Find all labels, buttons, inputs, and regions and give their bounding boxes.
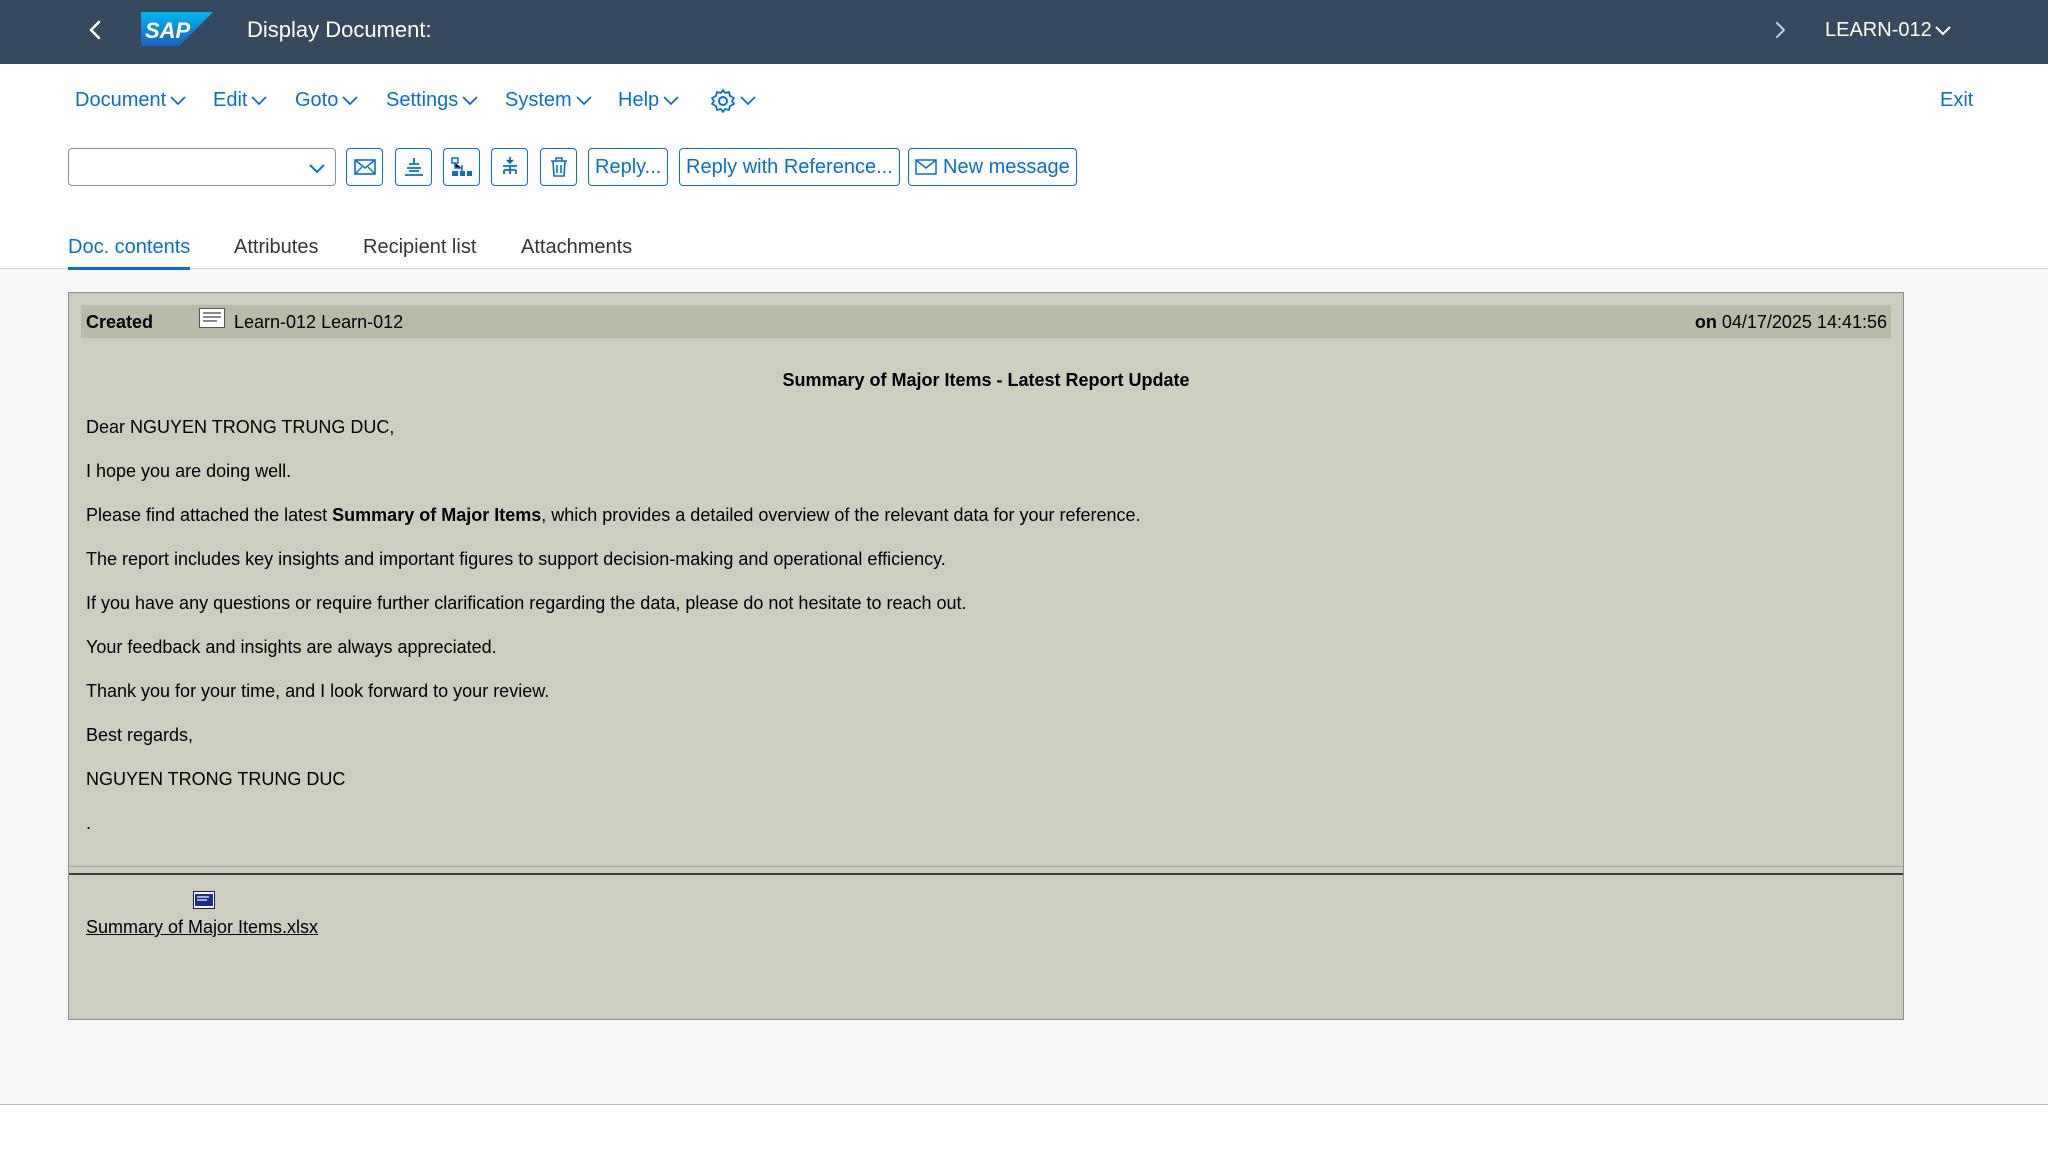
action-combobox[interactable] bbox=[68, 148, 336, 186]
hierarchy-icon bbox=[450, 157, 472, 176]
reply-ref-label: Reply with Reference... bbox=[686, 156, 893, 178]
body-line-2: Please find attached the latest Summary … bbox=[86, 505, 1141, 526]
shell-header: SAP Display Document: LEARN-012 bbox=[0, 0, 2048, 64]
menu-label: Goto bbox=[295, 89, 339, 111]
chevron-down-icon bbox=[576, 96, 592, 105]
menu-label: Edit bbox=[213, 89, 248, 111]
divider bbox=[69, 873, 1903, 875]
menu-help[interactable]: Help bbox=[618, 86, 679, 114]
menu-document[interactable]: Document bbox=[75, 86, 186, 114]
document-icon bbox=[199, 308, 225, 328]
new-message-button[interactable]: New message bbox=[908, 148, 1077, 186]
closing: Best regards, bbox=[86, 725, 194, 745]
document-subject: Summary of Major Items - Latest Report U… bbox=[782, 370, 1190, 390]
delete-button[interactable] bbox=[540, 148, 577, 186]
tab-doc-contents[interactable]: Doc. contents bbox=[68, 234, 191, 270]
body-line-4: If you have any questions or require fur… bbox=[86, 593, 967, 613]
menu-goto[interactable]: Goto bbox=[295, 86, 358, 114]
chevron-down-icon bbox=[663, 96, 679, 105]
tree-icon bbox=[502, 157, 517, 174]
created-label: Created bbox=[86, 312, 154, 332]
signature: NGUYEN TRONG TRUNG DUC bbox=[86, 769, 346, 789]
menu-label: Settings bbox=[386, 89, 459, 111]
structure-button[interactable] bbox=[491, 148, 528, 186]
toolbar: Reply... Reply with Reference... New mes… bbox=[0, 134, 2048, 222]
send-mail-button[interactable] bbox=[346, 148, 383, 186]
footer-area bbox=[0, 1105, 2048, 1162]
forward-icon[interactable] bbox=[1768, 16, 1792, 44]
body-text: Please find attached the latest bbox=[86, 505, 333, 525]
body-line-3: The report includes key insights and imp… bbox=[86, 549, 946, 569]
gear-icon bbox=[711, 88, 735, 113]
menu-system[interactable]: System bbox=[505, 86, 592, 114]
tab-attributes[interactable]: Attributes bbox=[234, 234, 318, 260]
new-message-label: New message bbox=[943, 156, 1070, 178]
reply-button[interactable]: Reply... bbox=[588, 148, 669, 186]
hierarchy-button[interactable] bbox=[443, 148, 480, 186]
divider bbox=[69, 866, 1903, 867]
align-icon bbox=[404, 158, 423, 176]
trailing-dot: . bbox=[86, 813, 92, 833]
menu-label: Help bbox=[618, 89, 660, 111]
menu-label: Document bbox=[75, 89, 167, 111]
chevron-down-icon bbox=[1935, 26, 1951, 36]
exit-button[interactable]: Exit bbox=[1940, 86, 1973, 114]
tab-attachments[interactable]: Attachments bbox=[521, 234, 632, 260]
body-line-6: Thank you for your time, and I look forw… bbox=[86, 681, 550, 701]
chevron-down-icon bbox=[309, 164, 325, 174]
menu-label: System bbox=[505, 89, 572, 111]
body-text: , which provides a detailed overview of … bbox=[541, 505, 1141, 525]
trash-icon bbox=[550, 157, 567, 177]
document-panel: Created Learn-012 Learn-012 on 04/17/202… bbox=[68, 292, 1904, 1020]
system-selector[interactable]: LEARN-012 bbox=[1825, 16, 1952, 44]
sap-logo[interactable]: SAP bbox=[141, 12, 213, 46]
attachment-link[interactable]: Summary of Major Items.xlsx bbox=[86, 917, 318, 938]
datetime: 04/17/2025 14:41:56 bbox=[1721, 312, 1887, 332]
envelope-icon bbox=[915, 159, 937, 175]
reply-label: Reply... bbox=[595, 156, 662, 178]
body-line-1: I hope you are doing well. bbox=[86, 461, 292, 481]
chevron-down-icon bbox=[342, 96, 358, 105]
chevron-down-icon bbox=[251, 96, 268, 105]
greeting: Dear NGUYEN TRONG TRUNG DUC, bbox=[86, 417, 395, 437]
menu-bar: Document Edit Goto Settings System Help … bbox=[0, 64, 2048, 134]
tab-recipient-list[interactable]: Recipient list bbox=[363, 234, 476, 260]
print-button[interactable] bbox=[395, 148, 432, 186]
on-label: on bbox=[1694, 312, 1717, 332]
chevron-down-icon bbox=[740, 96, 756, 105]
tab-bar: Doc. contents Attributes Recipient list … bbox=[0, 222, 2048, 270]
menu-edit[interactable]: Edit bbox=[213, 86, 268, 114]
menu-settings[interactable]: Settings bbox=[386, 86, 478, 114]
svg-text:SAP: SAP bbox=[145, 18, 191, 43]
menu-settings-gear[interactable] bbox=[706, 86, 756, 114]
body-line-5: Your feedback and insights are always ap… bbox=[86, 637, 497, 657]
chevron-down-icon bbox=[462, 96, 478, 105]
attachment-file-icon[interactable] bbox=[193, 891, 215, 909]
chevron-down-icon bbox=[170, 96, 186, 105]
back-icon[interactable] bbox=[82, 16, 110, 44]
reply-with-reference-button[interactable]: Reply with Reference... bbox=[679, 148, 900, 186]
page-title: Display Document: bbox=[247, 17, 432, 42]
author-name: Learn-012 Learn-012 bbox=[234, 312, 404, 332]
created-date: on 04/17/2025 14:41:56 bbox=[1695, 312, 1887, 333]
system-id: LEARN-012 bbox=[1825, 19, 1932, 41]
body-bold-text: Summary of Major Items bbox=[332, 505, 542, 525]
document-header: Created Learn-012 Learn-012 on 04/17/202… bbox=[81, 305, 1891, 338]
envelope-icon bbox=[353, 159, 376, 175]
